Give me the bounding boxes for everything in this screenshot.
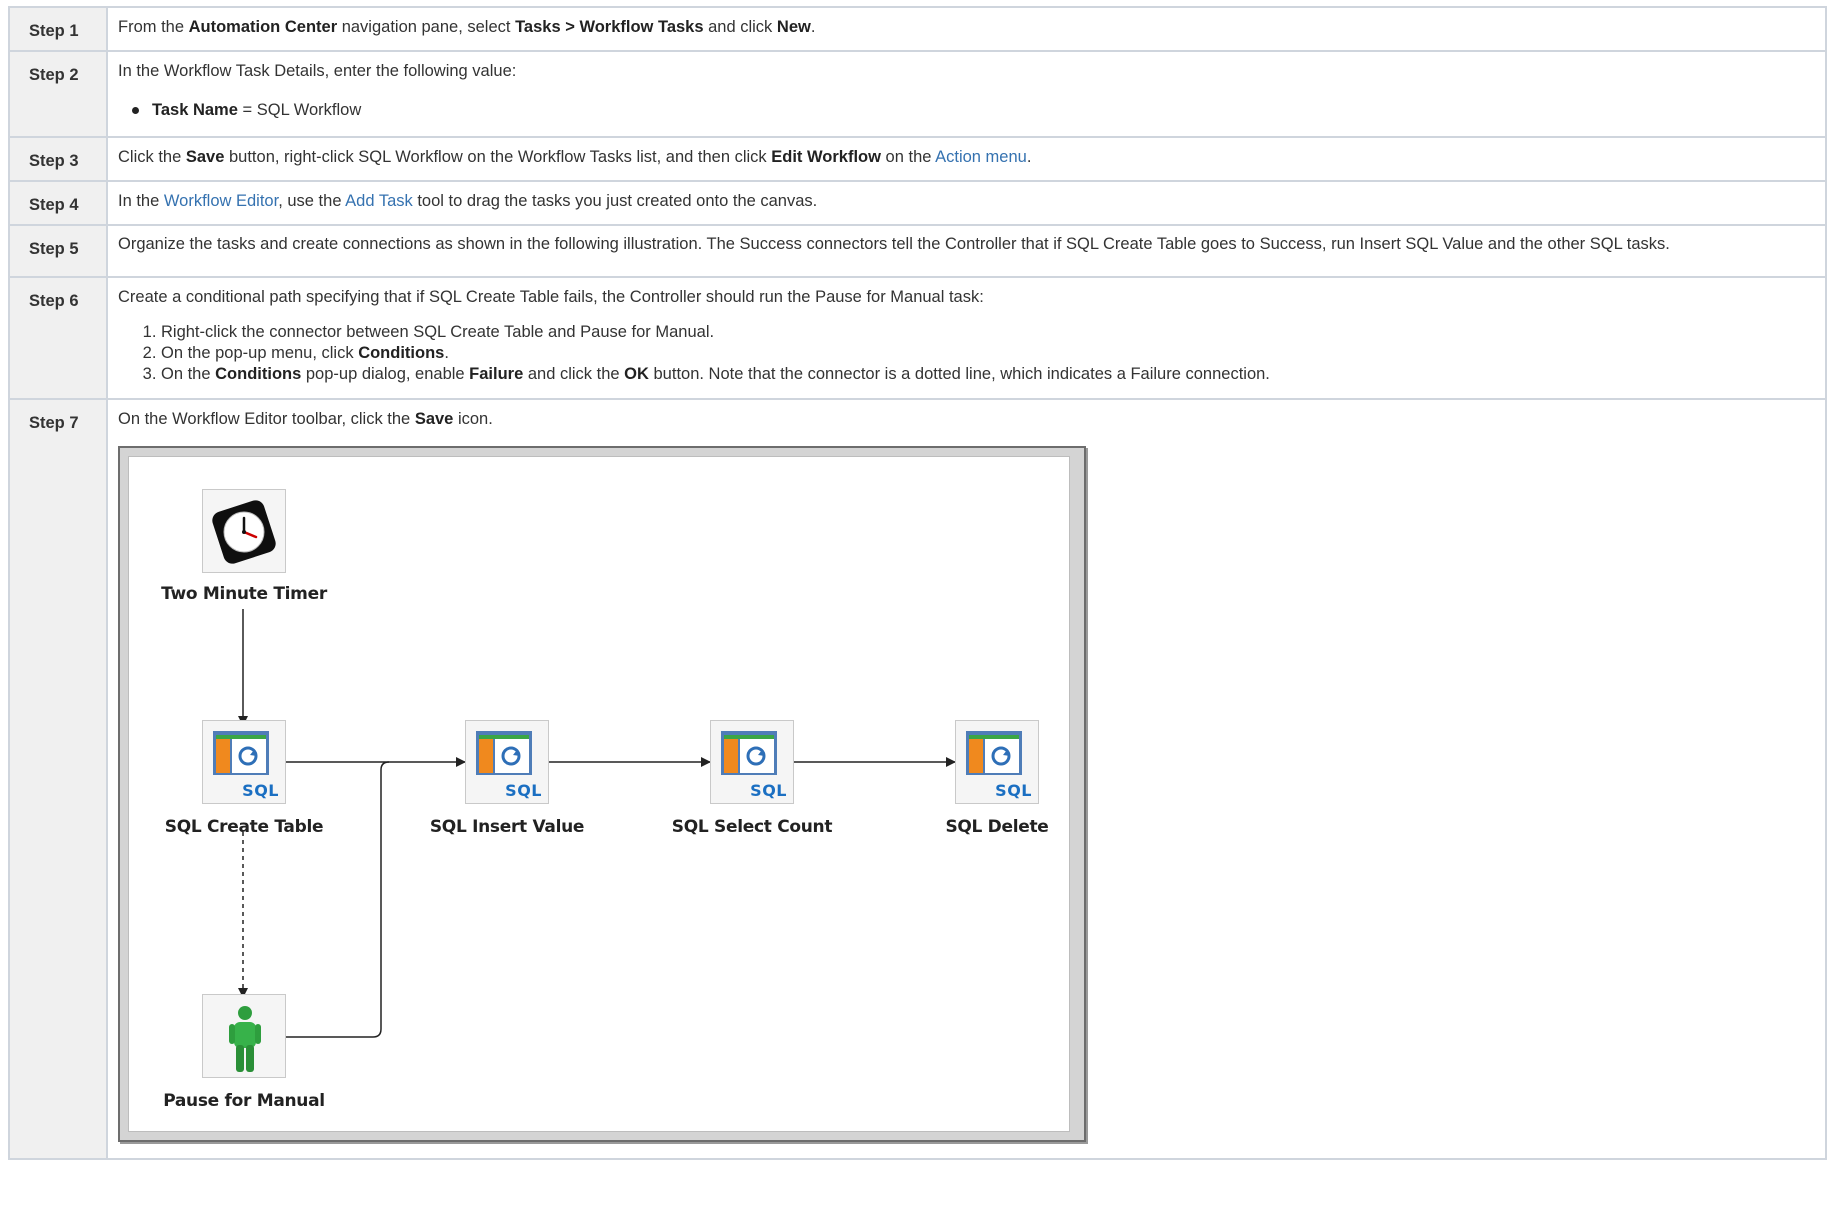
step-description: Click the Save button, right-click SQL W… bbox=[106, 136, 1827, 182]
step-label: Step 5 bbox=[8, 224, 108, 278]
step-intro: Create a conditional path specifying tha… bbox=[118, 288, 984, 306]
step-row: Step 2 In the Workflow Task Details, ent… bbox=[8, 50, 1827, 138]
step-intro: In the Workflow Task Details, enter the … bbox=[118, 62, 517, 80]
steps-table: Step 1 From the Automation Center naviga… bbox=[8, 6, 1827, 1160]
step-row: Step 5 Organize the tasks and create con… bbox=[8, 224, 1827, 278]
step-label: Step 3 bbox=[8, 136, 108, 182]
sql-insert-value-node[interactable]: SQL bbox=[465, 720, 549, 804]
sql-select-count-label: SQL Select Count bbox=[671, 817, 833, 837]
field-value: = SQL Workflow bbox=[237, 101, 362, 119]
sql-badge: SQL bbox=[995, 781, 1032, 800]
workflow-editor-link[interactable]: Workflow Editor bbox=[164, 192, 278, 210]
step-description: Organize the tasks and create connection… bbox=[106, 224, 1827, 278]
sql-delete-node[interactable]: SQL bbox=[955, 720, 1039, 804]
new-command: New bbox=[776, 18, 811, 36]
step-row: Step 6 Create a conditional path specify… bbox=[8, 276, 1827, 400]
pause-for-manual-node[interactable] bbox=[202, 994, 286, 1078]
add-task-link[interactable]: Add Task bbox=[345, 192, 413, 210]
workflow-diagram: Two Minute Timer SQL SQL Create Table SQ… bbox=[118, 446, 1086, 1142]
step-description: In the Workflow Task Details, enter the … bbox=[106, 50, 1827, 138]
step-description: On the Workflow Editor toolbar, click th… bbox=[106, 398, 1827, 1160]
nav-pane-name: Automation Center bbox=[188, 18, 338, 36]
save-icon-name: Save bbox=[414, 410, 454, 428]
step-row: Step 3 Click the Save button, right-clic… bbox=[8, 136, 1827, 182]
sql-create-table-label: SQL Create Table bbox=[164, 817, 324, 837]
timer-task-node[interactable] bbox=[202, 489, 286, 573]
step-description: In the Workflow Editor, use the Add Task… bbox=[106, 180, 1827, 226]
field-name: Task Name bbox=[152, 101, 238, 119]
timer-task-label: Two Minute Timer bbox=[161, 584, 327, 604]
pause-for-manual-label: Pause for Manual bbox=[163, 1091, 325, 1111]
sql-badge: SQL bbox=[242, 781, 279, 800]
step-description: From the Automation Center navigation pa… bbox=[106, 6, 1827, 52]
list-item: On the Conditions pop-up dialog, enable … bbox=[161, 364, 1815, 385]
save-button-name: Save bbox=[185, 148, 225, 166]
edit-workflow-command: Edit Workflow bbox=[771, 148, 881, 166]
step-label: Step 2 bbox=[8, 50, 108, 138]
step-description: Create a conditional path specifying tha… bbox=[106, 276, 1827, 400]
sql-badge: SQL bbox=[750, 781, 787, 800]
sql-delete-label: SQL Delete bbox=[945, 817, 1049, 837]
sql-insert-value-label: SQL Insert Value bbox=[429, 817, 585, 837]
step-row: Step 7 On the Workflow Editor toolbar, c… bbox=[8, 398, 1827, 1160]
sql-badge: SQL bbox=[505, 781, 542, 800]
list-item: Task Name = SQL Workflow bbox=[132, 100, 1815, 121]
list-item: Right-click the connector between SQL Cr… bbox=[161, 322, 1815, 343]
step-label: Step 6 bbox=[8, 276, 108, 400]
sql-select-count-node[interactable]: SQL bbox=[710, 720, 794, 804]
list-item: On the pop-up menu, click Conditions. bbox=[161, 343, 1815, 364]
timer-icon bbox=[212, 500, 276, 564]
step-row: Step 4 In the Workflow Editor, use the A… bbox=[8, 180, 1827, 226]
person-icon bbox=[229, 1006, 261, 1072]
value-list: Task Name = SQL Workflow bbox=[118, 100, 1815, 121]
pause-to-insert-connector bbox=[286, 761, 390, 1038]
step-label: Step 4 bbox=[8, 180, 108, 226]
menu-path: Tasks > Workflow Tasks bbox=[515, 18, 704, 36]
action-menu-link[interactable]: Action menu bbox=[935, 148, 1027, 166]
step-row: Step 1 From the Automation Center naviga… bbox=[8, 6, 1827, 52]
step-label: Step 7 bbox=[8, 398, 108, 1160]
step-label: Step 1 bbox=[8, 6, 108, 52]
substep-list: Right-click the connector between SQL Cr… bbox=[118, 322, 1815, 385]
workflow-canvas: Two Minute Timer SQL SQL Create Table SQ… bbox=[128, 456, 1070, 1132]
sql-create-table-node[interactable]: SQL bbox=[202, 720, 286, 804]
